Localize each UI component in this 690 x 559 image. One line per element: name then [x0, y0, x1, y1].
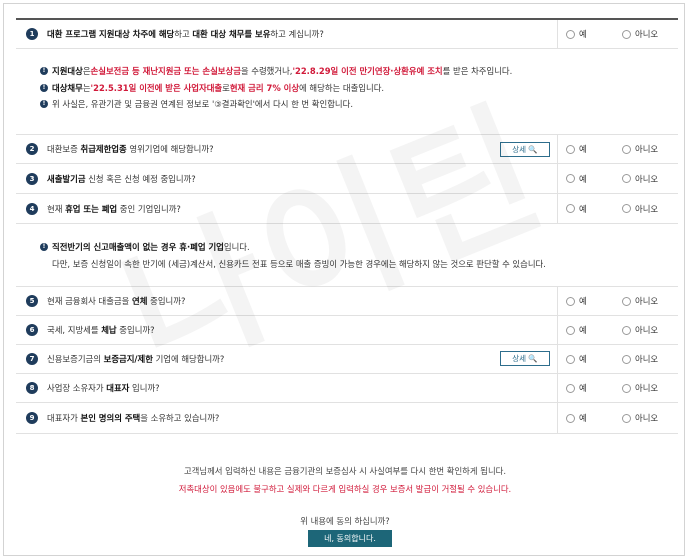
answer-cell: 예 아니오 [557, 374, 679, 402]
question-number-badge: 6 [26, 324, 38, 336]
question-row-3: 3 새출발기금 신청 혹은 신청 예정 중입니까? 예 아니오 [16, 164, 678, 194]
radio-circle-icon [622, 144, 631, 154]
warning-text: 저촉대상이 있음에도 불구하고 실제와 다르게 입력하실 경우 보증서 발급이 … [178, 484, 512, 494]
question-number-badge: 8 [26, 382, 38, 394]
question-text: 대환보증 취급제한업종 영위기업에 해당합니까? [47, 144, 214, 154]
answer-cell: 예 아니오 [557, 345, 679, 373]
radio-yes[interactable]: 예 [566, 143, 587, 155]
eligibility-table: 1 대환 프로그램 지원대상 차주에 해당하고 대환 대상 채무를 보유하고 계… [16, 18, 678, 434]
question-row-9: 9 대표자가 본인 명의의 주택을 소유하고 있습니까? 예 아니오 [16, 403, 678, 434]
radio-circle-icon [566, 296, 575, 306]
radio-no[interactable]: 아니오 [622, 412, 658, 424]
question-text: 현재 휴업 또는 폐업 중인 기업입니까? [47, 203, 181, 214]
agreement-question: 위 내용에 동의 하십니까? [300, 516, 390, 526]
notice-text: 고객님께서 입력하신 내용은 금융기관의 보증심사 시 사실여부를 다시 한번 … [183, 466, 507, 476]
answer-cell: 예 아니오 [557, 135, 679, 163]
radio-yes[interactable]: 예 [566, 382, 587, 394]
question-number-badge: 3 [26, 172, 38, 185]
radio-no[interactable]: 아니오 [622, 28, 658, 40]
radio-no[interactable]: 아니오 [622, 324, 658, 336]
radio-circle-icon [622, 296, 631, 306]
question-text: 대환 프로그램 지원대상 차주에 해당하고 대환 대상 채무를 보유하고 계십니… [47, 29, 324, 39]
question-text: 대표자가 본인 명의의 주택을 소유하고 있습니까? [47, 413, 220, 423]
radio-no[interactable]: 아니오 [622, 382, 658, 394]
answer-cell: 예 아니오 [557, 164, 679, 193]
radio-no[interactable]: 아니오 [622, 353, 658, 365]
radio-circle-icon [622, 383, 631, 393]
radio-circle-icon [622, 413, 631, 423]
question-row-8: 8 사업장 소유자가 대표자 입니까? 예 아니오 [16, 374, 678, 403]
question-text: 새출발기금 신청 혹은 신청 예정 중입니까? [47, 173, 196, 184]
info-icon: ! [40, 100, 48, 109]
detail-button[interactable]: 상세 🔍 [500, 142, 550, 157]
radio-yes[interactable]: 예 [566, 412, 587, 424]
radio-yes[interactable]: 예 [566, 203, 587, 215]
question-text: 현재 금융회사 대출금을 연체 중입니까? [47, 296, 186, 306]
question-row-1: 1 대환 프로그램 지원대상 차주에 해당하고 대환 대상 채무를 보유하고 계… [16, 18, 678, 49]
radio-no[interactable]: 아니오 [622, 143, 658, 155]
question-number-badge: 7 [26, 353, 38, 365]
radio-circle-icon [566, 174, 575, 183]
question-text: 사업장 소유자가 대표자 입니까? [47, 383, 160, 393]
radio-no[interactable]: 아니오 [622, 203, 658, 215]
radio-no[interactable]: 아니오 [622, 295, 658, 307]
question-row-7: 7 신용보증기금의 보증금지/제한 기업에 해당합니까? 상세 🔍 예 아니오 [16, 345, 678, 374]
info-note-2: ! 직전반기의 신고매출액이 없는 경우 휴·폐업 기업 입니다. 다만, 보증 신… [16, 224, 678, 287]
radio-circle-icon [566, 144, 575, 154]
info-icon: ! [40, 67, 48, 76]
radio-yes[interactable]: 예 [566, 324, 587, 336]
info-note-1: ! 지원대상 은 손실보전금 등 재난지원금 또는 손실보상금 을 수령했거나, '2… [16, 49, 678, 135]
radio-circle-icon [622, 204, 631, 213]
question-number-badge: 5 [26, 295, 38, 307]
answer-cell: 예 아니오 [557, 287, 679, 315]
detail-button[interactable]: 상세 🔍 [500, 351, 550, 366]
question-row-6: 6 국세, 지방세를 체납 중입니까? 예 아니오 [16, 316, 678, 345]
radio-circle-icon [622, 354, 631, 364]
radio-yes[interactable]: 예 [566, 173, 587, 185]
question-row-2: 2 대환보증 취급제한업종 영위기업에 해당합니까? 상세 🔍 예 아니오 [16, 135, 678, 164]
question-text: 신용보증기금의 보증금지/제한 기업에 해당합니까? [47, 354, 225, 364]
answer-cell: 예 아니오 [557, 194, 679, 223]
question-number-badge: 2 [26, 143, 38, 155]
radio-circle-icon [566, 413, 575, 423]
agree-button[interactable]: 네, 동의합니다. [308, 530, 392, 547]
radio-circle-icon [622, 29, 631, 39]
question-number-badge: 1 [26, 28, 38, 40]
question-text: 국세, 지방세를 체납 중입니까? [47, 325, 155, 335]
radio-circle-icon [566, 325, 575, 335]
answer-cell: 예 아니오 [557, 403, 679, 433]
radio-circle-icon [566, 354, 575, 364]
radio-circle-icon [622, 174, 631, 183]
question-row-4: 4 현재 휴업 또는 폐업 중인 기업입니까? 예 아니오 [16, 194, 678, 224]
radio-yes[interactable]: 예 [566, 295, 587, 307]
radio-no[interactable]: 아니오 [622, 173, 658, 185]
radio-circle-icon [566, 204, 575, 213]
radio-yes[interactable]: 예 [566, 28, 587, 40]
question-number-badge: 4 [26, 202, 38, 215]
info-icon: ! [40, 243, 48, 252]
radio-circle-icon [622, 325, 631, 335]
radio-circle-icon [566, 29, 575, 39]
question-row-5: 5 현재 금융회사 대출금을 연체 중입니까? 예 아니오 [16, 287, 678, 316]
radio-yes[interactable]: 예 [566, 353, 587, 365]
answer-cell: 예 아니오 [557, 20, 679, 48]
answer-cell: 예 아니오 [557, 316, 679, 344]
info-icon: ! [40, 84, 48, 92]
question-number-badge: 9 [26, 412, 38, 424]
radio-circle-icon [566, 383, 575, 393]
